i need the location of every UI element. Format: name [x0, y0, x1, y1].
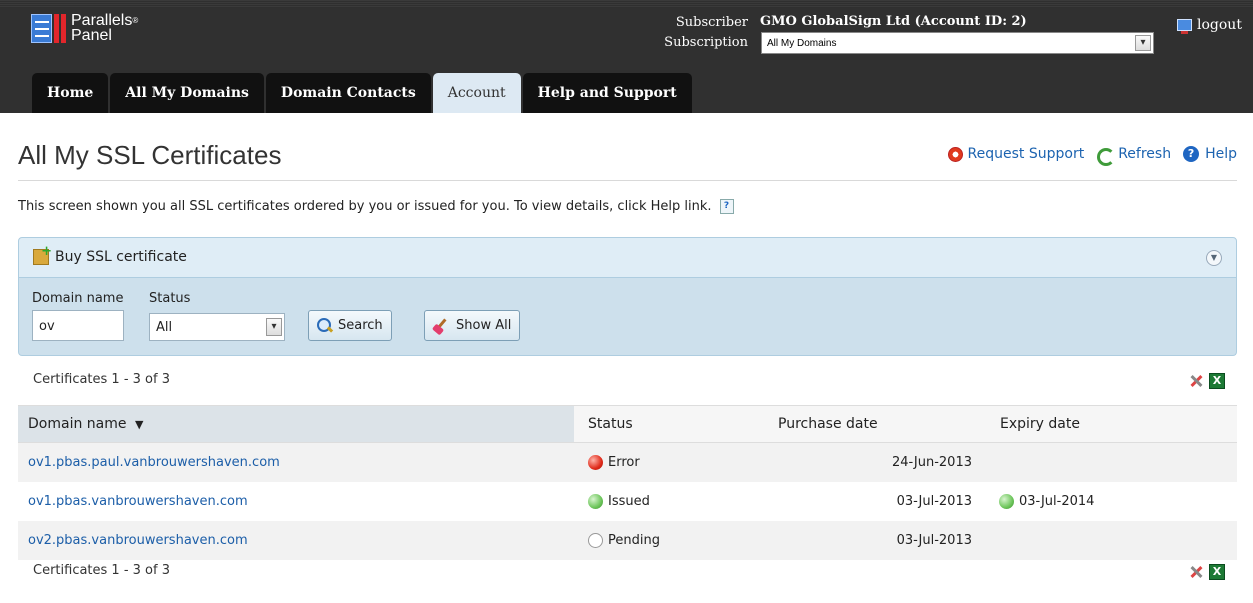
status-pending-icon — [588, 533, 603, 548]
intro-label: This screen shown you all SSL certificat… — [18, 199, 712, 214]
top-header: Parallels® Panel Subscriber Subscription… — [0, 0, 1253, 113]
magnifier-icon — [317, 317, 333, 334]
status-cell: Pending — [574, 533, 764, 548]
column-status[interactable]: Status — [574, 406, 764, 442]
table-row[interactable]: ov2.pbas.vanbrouwershaven.com Pending 03… — [18, 521, 1237, 560]
subscriber-name: GMO GlobalSign Ltd (Account ID: 2) — [760, 14, 1027, 29]
status-text: Error — [608, 455, 640, 470]
lifebuoy-icon — [947, 146, 963, 162]
domain-link[interactable]: ov1.pbas.vanbrouwershaven.com — [18, 494, 574, 509]
show-all-button-label: Show All — [456, 318, 512, 333]
search-button[interactable]: Search — [308, 310, 392, 341]
domain-name-label: Domain name — [32, 291, 124, 306]
tab-domain-contacts[interactable]: Domain Contacts — [265, 73, 431, 113]
search-filter-panel: Domain name Status ov All ▾ Search Show … — [18, 278, 1237, 356]
tab-all-my-domains[interactable]: All My Domains — [110, 73, 264, 113]
status-cell: Error — [574, 455, 764, 470]
expiry-date-cell: 03-Jul-2014 — [986, 494, 1236, 509]
excel-icon[interactable]: X — [1209, 373, 1225, 389]
domain-link[interactable]: ov2.pbas.vanbrouwershaven.com — [18, 533, 574, 548]
column-domain-name-label: Domain name — [28, 416, 127, 432]
show-all-button[interactable]: Show All — [424, 310, 521, 341]
status-issued-icon — [588, 494, 603, 509]
table-row[interactable]: ov1.pbas.vanbrouwershaven.com Issued 03-… — [18, 482, 1237, 521]
broom-icon — [433, 318, 451, 334]
page-title: All My SSL Certificates — [18, 140, 282, 170]
certificates-table: Domain name ▼ Status Purchase date Expir… — [18, 405, 1237, 560]
table-row[interactable]: ov1.pbas.paul.vanbrouwershaven.com Error… — [18, 443, 1237, 482]
status-select-value: All — [156, 320, 173, 335]
tab-home[interactable]: Home — [32, 73, 109, 113]
parallels-logo[interactable]: Parallels® Panel — [31, 13, 139, 44]
column-purchase-date[interactable]: Purchase date — [764, 406, 986, 442]
status-text: Pending — [608, 533, 660, 548]
results-count-top: Certificates 1 - 3 of 3 — [33, 372, 170, 387]
help-icon: ? — [1183, 146, 1200, 162]
purchase-date: 03-Jul-2013 — [896, 533, 972, 548]
list-tools-bottom: X — [1189, 564, 1225, 580]
chevron-down-icon: ▾ — [266, 318, 282, 336]
status-text: Issued — [608, 494, 650, 509]
buy-ssl-label: Buy SSL certificate — [55, 249, 187, 265]
help-label: Help — [1205, 146, 1237, 162]
subscriber-label: Subscriber — [675, 15, 748, 30]
refresh-link[interactable]: Refresh — [1096, 146, 1172, 166]
tab-account[interactable]: Account — [432, 73, 521, 113]
tab-help-and-support[interactable]: Help and Support — [522, 73, 692, 113]
table-header: Domain name ▼ Status Purchase date Expir… — [18, 405, 1237, 443]
title-divider — [18, 180, 1237, 181]
brand-line2: Panel — [71, 27, 112, 44]
list-tools-top: X — [1189, 373, 1225, 389]
refresh-label: Refresh — [1118, 146, 1172, 162]
status-select[interactable]: All ▾ — [149, 313, 285, 341]
subscription-select[interactable]: All My Domains ▾ — [761, 32, 1154, 54]
parallels-logo-icon — [31, 13, 67, 43]
purchase-date: 24-Jun-2013 — [891, 455, 972, 470]
help-link[interactable]: ? Help — [1183, 146, 1237, 162]
logout-label: logout — [1197, 17, 1242, 33]
main-tabs: Home All My Domains Domain Contacts Acco… — [32, 73, 694, 113]
column-domain-name[interactable]: Domain name ▼ — [18, 406, 574, 442]
expiry-valid-icon — [999, 494, 1014, 509]
logout-icon — [1177, 19, 1192, 34]
domain-name-input[interactable]: ov — [32, 310, 124, 341]
results-count-bottom: Certificates 1 - 3 of 3 — [33, 563, 170, 578]
collapse-toggle-icon[interactable]: ▼ — [1206, 250, 1222, 266]
request-support-link[interactable]: Request Support — [947, 146, 1085, 162]
page-actions: Request Support Refresh ? Help — [936, 146, 1237, 166]
buy-ssl-link[interactable]: Buy SSL certificate — [33, 244, 187, 265]
intro-text: This screen shown you all SSL certificat… — [18, 199, 734, 214]
expiry-date: 03-Jul-2014 — [1019, 494, 1095, 509]
subscription-label: Subscription — [664, 35, 748, 50]
subscription-value: All My Domains — [767, 38, 837, 49]
column-expiry-date[interactable]: Expiry date — [986, 406, 1236, 442]
tools-icon[interactable] — [1189, 374, 1203, 388]
buy-ssl-bar: Buy SSL certificate ▼ — [18, 237, 1237, 278]
request-support-label: Request Support — [967, 146, 1085, 162]
status-cell: Issued — [574, 494, 764, 509]
domain-link[interactable]: ov1.pbas.paul.vanbrouwershaven.com — [18, 455, 574, 470]
logout-link[interactable]: logout — [1177, 17, 1242, 34]
context-help-icon[interactable]: ? — [719, 199, 734, 214]
buy-certificate-icon — [33, 244, 52, 265]
brand-text: Parallels® Panel — [71, 13, 139, 44]
status-label: Status — [149, 291, 191, 306]
sort-desc-icon: ▼ — [134, 418, 144, 431]
refresh-icon — [1096, 147, 1116, 166]
purchase-date: 03-Jul-2013 — [896, 494, 972, 509]
search-button-label: Search — [338, 318, 383, 333]
status-error-icon — [588, 455, 603, 470]
chevron-down-icon: ▾ — [1135, 35, 1151, 51]
brand-reg: ® — [132, 16, 139, 25]
tools-icon[interactable] — [1189, 565, 1203, 579]
excel-icon[interactable]: X — [1209, 564, 1225, 580]
